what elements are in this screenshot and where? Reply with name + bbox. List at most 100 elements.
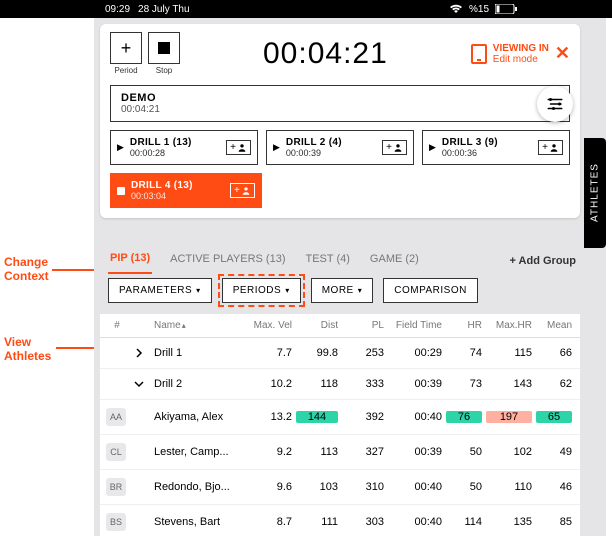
add-athlete-button[interactable]: + bbox=[538, 140, 563, 155]
parameters-button[interactable]: PARAMETERS▾ bbox=[108, 278, 212, 303]
cell-dist: 118 bbox=[294, 378, 340, 390]
drill-time: 00:03:04 bbox=[131, 191, 193, 201]
athlete-row[interactable]: BRRedondo, Bjo...9.610331000:405011046 bbox=[100, 470, 580, 505]
cell-maxhr: 135 bbox=[484, 516, 534, 528]
drill-row[interactable]: Drill 17.799.825300:297411566 bbox=[100, 338, 580, 369]
add-athlete-button[interactable]: + bbox=[226, 140, 251, 155]
parameters-label: PARAMETERS bbox=[119, 285, 192, 296]
battery-icon bbox=[495, 4, 517, 14]
cell-hr: 73 bbox=[444, 378, 484, 390]
col-hr[interactable]: HR bbox=[444, 320, 484, 331]
cell-dist: 111 bbox=[294, 516, 340, 528]
view-mode[interactable]: VIEWING IN Edit mode ✕ bbox=[471, 43, 570, 65]
close-icon[interactable]: ✕ bbox=[555, 43, 570, 64]
cell-maxvel: 9.2 bbox=[244, 446, 294, 458]
cell-maxhr: 197 bbox=[484, 411, 534, 423]
chevron-down-icon: ▾ bbox=[285, 286, 290, 295]
cell-mean: 66 bbox=[534, 347, 574, 359]
group-tabs: PIP (13) ACTIVE PLAYERS (13) TEST (4) GAME … bbox=[108, 248, 576, 275]
cell-mean: 62 bbox=[534, 378, 574, 390]
annotation-change-context: Change Context bbox=[4, 256, 49, 284]
cell-mean: 49 bbox=[534, 446, 574, 458]
annotation-view-athletes: View Athletes bbox=[4, 336, 51, 364]
view-mode-line1: VIEWING IN bbox=[493, 43, 549, 54]
add-group-button[interactable]: + Add Group bbox=[509, 255, 576, 267]
cell-mean: 65 bbox=[534, 411, 574, 423]
stop-button[interactable] bbox=[148, 32, 180, 64]
plus-icon: + bbox=[121, 38, 132, 59]
col-dist[interactable]: Dist bbox=[294, 320, 340, 331]
comparison-button[interactable]: COMPARISON bbox=[383, 278, 478, 303]
athlete-badge: AA bbox=[106, 408, 126, 426]
settings-fab[interactable] bbox=[537, 86, 573, 122]
comparison-label: COMPARISON bbox=[394, 285, 467, 296]
cell-hr: 114 bbox=[444, 516, 484, 528]
status-date: 28 July Thu bbox=[138, 4, 190, 15]
drill-card[interactable]: DRILL 4 (13)00:03:04 + bbox=[110, 173, 262, 208]
cell-pl: 392 bbox=[340, 411, 386, 423]
drill-time: 00:00:36 bbox=[442, 148, 498, 158]
cell-maxvel: 9.6 bbox=[244, 481, 294, 493]
cell-mean: 46 bbox=[534, 481, 574, 493]
app-frame: ATHLETES + Period Stop 00:04:21 VIEWING … bbox=[94, 18, 606, 536]
more-button[interactable]: MORE▾ bbox=[311, 278, 374, 303]
periods-button[interactable]: PERIODS▾ bbox=[222, 278, 301, 303]
chevron-down-icon[interactable] bbox=[132, 377, 146, 391]
drill-card[interactable]: ▶DRILL 2 (4)00:00:39+ bbox=[266, 130, 414, 165]
group-tab[interactable]: ACTIVE PLAYERS (13) bbox=[168, 249, 287, 273]
col-maxvel[interactable]: Max. Vel bbox=[244, 320, 294, 331]
table-header: # Name▴ Max. Vel Dist PL Field Time HR M… bbox=[100, 314, 580, 338]
group-tab[interactable]: GAME (2) bbox=[368, 249, 421, 273]
athlete-badge: BS bbox=[106, 513, 126, 531]
row-name: Drill 2 bbox=[152, 378, 244, 390]
cell-fieldtime: 00:29 bbox=[386, 347, 444, 359]
add-athlete-button[interactable]: + bbox=[230, 183, 255, 198]
col-num[interactable]: # bbox=[104, 320, 130, 331]
cell-fieldtime: 00:40 bbox=[386, 411, 444, 423]
row-name: Lester, Camp... bbox=[152, 446, 244, 458]
cell-fieldtime: 00:40 bbox=[386, 516, 444, 528]
athletes-side-tab[interactable]: ATHLETES bbox=[584, 138, 606, 248]
row-name: Akiyama, Alex bbox=[152, 411, 244, 423]
cell-maxhr: 143 bbox=[484, 378, 534, 390]
filter-lines-icon bbox=[546, 95, 564, 113]
group-tab[interactable]: PIP (13) bbox=[108, 248, 152, 274]
athlete-row[interactable]: BSStevens, Bart8.711130300:4011413585 bbox=[100, 505, 580, 536]
person-icon bbox=[393, 143, 403, 153]
drill-time: 00:00:39 bbox=[286, 148, 342, 158]
cell-maxvel: 10.2 bbox=[244, 378, 294, 390]
group-tab[interactable]: TEST (4) bbox=[304, 249, 352, 273]
cell-mean: 85 bbox=[534, 516, 574, 528]
drill-name: DRILL 1 (13) bbox=[130, 137, 192, 148]
battery-percent: %15 bbox=[469, 4, 489, 15]
drill-row[interactable]: Drill 210.211833300:397314362 bbox=[100, 369, 580, 400]
row-name: Stevens, Bart bbox=[152, 516, 244, 528]
stop-icon bbox=[117, 187, 125, 195]
cell-dist: 144 bbox=[294, 411, 340, 423]
session-time: 00:04:21 bbox=[121, 104, 559, 115]
col-fieldtime[interactable]: Field Time bbox=[386, 320, 444, 331]
cell-pl: 333 bbox=[340, 378, 386, 390]
period-button[interactable]: + bbox=[110, 32, 142, 64]
cell-fieldtime: 00:40 bbox=[386, 481, 444, 493]
person-icon bbox=[237, 143, 247, 153]
status-time: 09:29 bbox=[105, 4, 130, 15]
col-mean[interactable]: Mean bbox=[534, 320, 574, 331]
athlete-row[interactable]: CLLester, Camp...9.211332700:395010249 bbox=[100, 435, 580, 470]
period-label: Period bbox=[114, 66, 137, 75]
row-name: Drill 1 bbox=[152, 347, 244, 359]
col-maxhr[interactable]: Max.HR bbox=[484, 320, 534, 331]
top-panel: + Period Stop 00:04:21 VIEWING IN Edit m… bbox=[100, 24, 580, 218]
session-timer: 00:04:21 bbox=[180, 37, 471, 71]
col-name[interactable]: Name▴ bbox=[152, 320, 244, 331]
chevron-right-icon[interactable] bbox=[132, 346, 146, 360]
add-athlete-button[interactable]: + bbox=[382, 140, 407, 155]
athlete-row[interactable]: AAAkiyama, Alex13.214439200:407619765 bbox=[100, 400, 580, 435]
drill-name: DRILL 4 (13) bbox=[131, 180, 193, 191]
drill-name: DRILL 3 (9) bbox=[442, 137, 498, 148]
cell-hr: 50 bbox=[444, 481, 484, 493]
col-pl[interactable]: PL bbox=[340, 320, 386, 331]
sort-caret-icon: ▴ bbox=[182, 321, 186, 330]
drill-card[interactable]: ▶DRILL 3 (9)00:00:36+ bbox=[422, 130, 570, 165]
drill-card[interactable]: ▶DRILL 1 (13)00:00:28+ bbox=[110, 130, 258, 165]
